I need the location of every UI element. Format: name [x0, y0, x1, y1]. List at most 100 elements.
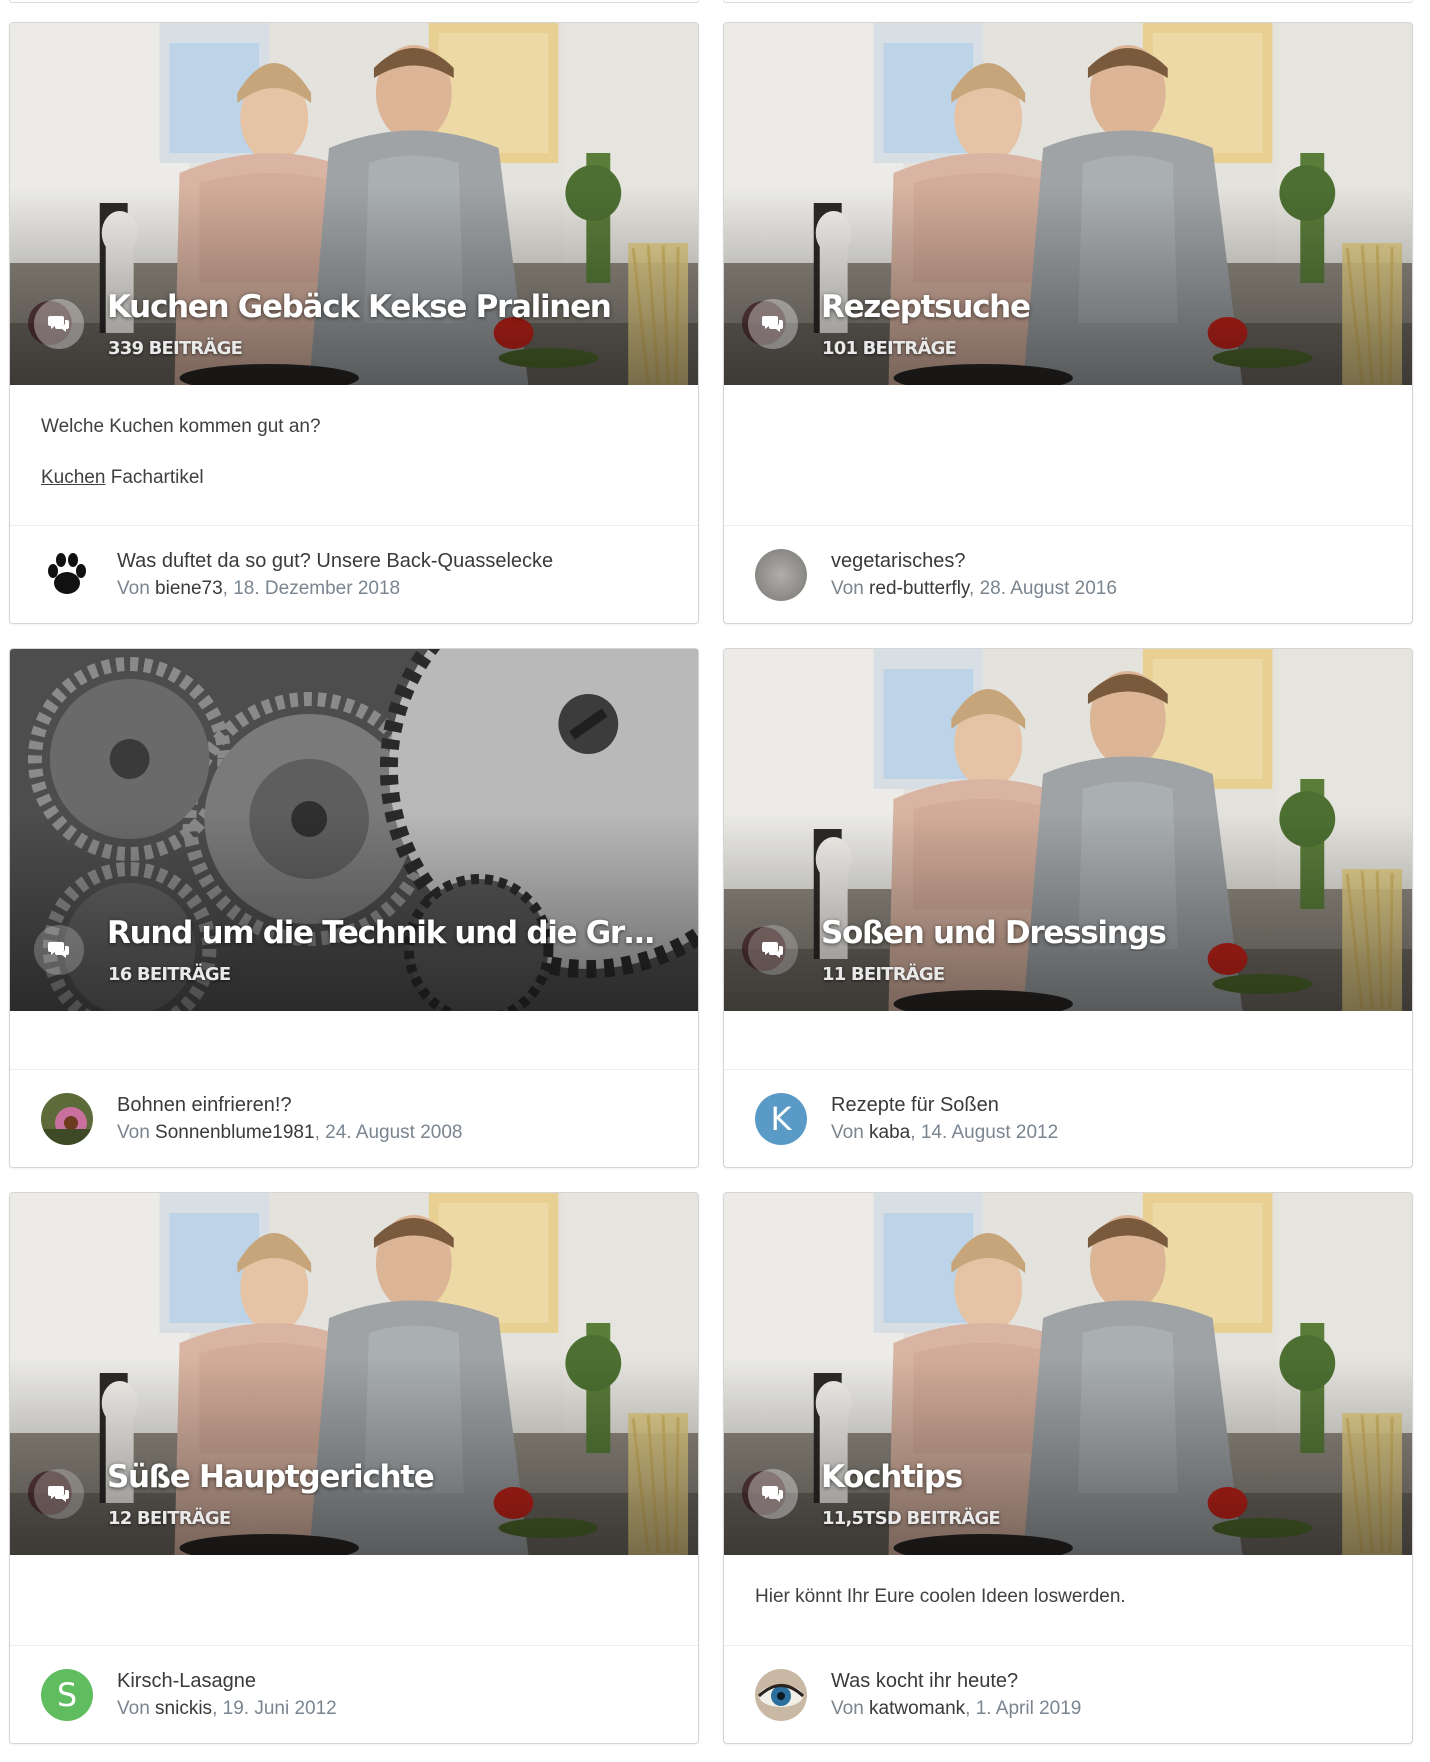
forum-description: Welche Kuchen kommen gut an? Kuchen Fach… [10, 385, 698, 525]
comments-glyph [762, 942, 783, 958]
forum-card: Kochtips 11,5TSD BEITRÄGE Hier könnt Ihr… [723, 1192, 1413, 1744]
forum-card: Soßen und Dressings 11 BEITRÄGE K Rezept… [723, 648, 1413, 1168]
comments-glyph [762, 316, 783, 332]
avatar[interactable] [755, 1668, 807, 1721]
last-post-info: Kirsch-Lasagne Von snickis, 19. Juni 201… [117, 1667, 337, 1723]
by-label: Von [831, 577, 864, 599]
last-post-meta: Von snickis, 19. Juni 2012 [117, 1697, 337, 1719]
forum-title[interactable]: Soßen und Dressings [821, 915, 1384, 951]
grey-photo-icon [755, 548, 807, 601]
forum-description [724, 385, 1412, 525]
forum-grid: Kuchen Gebäck Kekse Pralinen 339 BEITRÄG… [9, 22, 1413, 1744]
forum-comments-icon [748, 925, 798, 975]
forum-description [10, 1011, 698, 1069]
kuchen-link[interactable]: Kuchen [41, 467, 105, 488]
forum-post-count: 339 BEITRÄGE [108, 338, 243, 359]
last-topic-link[interactable]: vegetarisches? [831, 547, 1117, 575]
last-post-meta: Von red-butterfly, 28. August 2016 [831, 577, 1117, 599]
forum-description [724, 1011, 1412, 1069]
comments-glyph [48, 316, 69, 332]
last-post-meta: Von biene73, 18. Dezember 2018 [117, 577, 401, 599]
forum-hero-link[interactable]: Rezeptsuche 101 BEITRÄGE [724, 23, 1412, 385]
by-label: Von [831, 1697, 864, 1719]
avatar[interactable]: S [41, 1668, 93, 1721]
by-label: Von [117, 1697, 150, 1719]
author-link[interactable]: red-butterfly [869, 578, 969, 599]
forum-post-count: 16 BEITRÄGE [108, 964, 231, 985]
post-date[interactable]: 18. Dezember 2018 [233, 578, 400, 599]
comments-glyph [48, 942, 69, 958]
last-post-info: Was duftet da so gut? Unsere Back-Quasse… [117, 547, 553, 603]
last-post: S Kirsch-Lasagne Von snickis, 19. Juni 2… [10, 1645, 698, 1743]
forum-title[interactable]: Süße Hauptgerichte [107, 1459, 670, 1495]
last-post-info: Rezepte für Soßen Von kaba, 14. August 2… [831, 1091, 1058, 1147]
forum-post-count: 101 BEITRÄGE [822, 338, 957, 359]
comments-glyph [48, 1486, 69, 1502]
avatar-letter: S [56, 1675, 78, 1714]
post-date[interactable]: 1. April 2019 [976, 1698, 1082, 1719]
forum-description-text: Welche Kuchen kommen gut an? [41, 416, 321, 437]
forum-post-count: 11 BEITRÄGE [822, 964, 945, 985]
forum-title[interactable]: Rund um die Technik und die Grundlagen [107, 915, 670, 951]
author-link[interactable]: snickis [155, 1698, 212, 1719]
last-topic-link[interactable]: Was kocht ihr heute? [831, 1667, 1081, 1695]
avatar[interactable] [755, 548, 807, 601]
forum-comments-icon [748, 1469, 798, 1519]
last-post: Was kocht ihr heute? Von katwomank, 1. A… [724, 1645, 1412, 1743]
author-link[interactable]: Sonnenblume1981 [155, 1122, 315, 1143]
avatar-letter: K [770, 1099, 792, 1138]
author-link[interactable]: kaba [869, 1122, 910, 1143]
forum-card: Rund um die Technik und die Grundlagen 1… [9, 648, 699, 1168]
forum-hero-link[interactable]: Kochtips 11,5TSD BEITRÄGE [724, 1193, 1412, 1555]
author-link[interactable]: katwomank [869, 1698, 965, 1719]
flower-photo-icon [41, 1092, 93, 1145]
post-date[interactable]: 28. August 2016 [980, 578, 1117, 599]
forum-hero-link[interactable]: Kuchen Gebäck Kekse Pralinen 339 BEITRÄG… [10, 23, 698, 385]
paw-icon [41, 548, 93, 601]
avatar[interactable] [41, 548, 93, 601]
eye-photo-icon [755, 1668, 807, 1721]
by-label: Von [831, 1121, 864, 1143]
forum-title[interactable]: Kochtips [821, 1459, 1384, 1495]
last-post-info: vegetarisches? Von red-butterfly, 28. Au… [831, 547, 1117, 603]
forum-card: Süße Hauptgerichte 12 BEITRÄGE S Kirsch-… [9, 1192, 699, 1744]
author-link[interactable]: biene73 [155, 578, 223, 599]
forum-card: Kuchen Gebäck Kekse Pralinen 339 BEITRÄG… [9, 22, 699, 624]
last-post-info: Bohnen einfrieren!? Von Sonnenblume1981,… [117, 1091, 462, 1147]
forum-comments-icon [748, 299, 798, 349]
forum-post-count: 11,5TSD BEITRÄGE [822, 1508, 1001, 1529]
forum-hero-link[interactable]: Rund um die Technik und die Grundlagen 1… [10, 649, 698, 1011]
last-topic-link[interactable]: Bohnen einfrieren!? [117, 1091, 462, 1119]
forum-comments-icon [34, 925, 84, 975]
forum-comments-icon [34, 1469, 84, 1519]
post-date[interactable]: 24. August 2008 [325, 1122, 462, 1143]
last-post: Was duftet da so gut? Unsere Back-Quasse… [10, 525, 698, 623]
by-label: Von [117, 1121, 150, 1143]
forum-title[interactable]: Rezeptsuche [821, 289, 1384, 325]
forum-links: Kuchen Fachartikel [41, 466, 667, 491]
last-topic-link[interactable]: Was duftet da so gut? Unsere Back-Quasse… [117, 547, 553, 575]
forum-hero-link[interactable]: Süße Hauptgerichte 12 BEITRÄGE [10, 1193, 698, 1555]
previous-row-card-edges [0, 0, 1430, 8]
last-post: vegetarisches? Von red-butterfly, 28. Au… [724, 525, 1412, 623]
by-label: Von [117, 577, 150, 599]
card-edge [9, 0, 699, 3]
post-date[interactable]: 14. August 2012 [921, 1122, 1058, 1143]
forum-hero-link[interactable]: Soßen und Dressings 11 BEITRÄGE [724, 649, 1412, 1011]
last-post: Bohnen einfrieren!? Von Sonnenblume1981,… [10, 1069, 698, 1167]
last-topic-link[interactable]: Rezepte für Soßen [831, 1091, 1058, 1119]
link-suffix: Fachartikel [105, 466, 204, 488]
forum-title[interactable]: Kuchen Gebäck Kekse Pralinen [107, 289, 670, 325]
last-post: K Rezepte für Soßen Von kaba, 14. August… [724, 1069, 1412, 1167]
comments-glyph [762, 1486, 783, 1502]
forum-description [10, 1555, 698, 1645]
forum-post-count: 12 BEITRÄGE [108, 1508, 231, 1529]
forum-comments-icon [34, 299, 84, 349]
avatar[interactable]: K [755, 1092, 807, 1145]
last-post-meta: Von Sonnenblume1981, 24. August 2008 [117, 1121, 463, 1143]
forum-description-text: Hier könnt Ihr Eure coolen Ideen loswerd… [755, 1586, 1126, 1607]
last-topic-link[interactable]: Kirsch-Lasagne [117, 1667, 337, 1695]
post-date[interactable]: 19. Juni 2012 [223, 1698, 337, 1719]
forum-description: Hier könnt Ihr Eure coolen Ideen loswerd… [724, 1555, 1412, 1645]
avatar[interactable] [41, 1092, 93, 1145]
